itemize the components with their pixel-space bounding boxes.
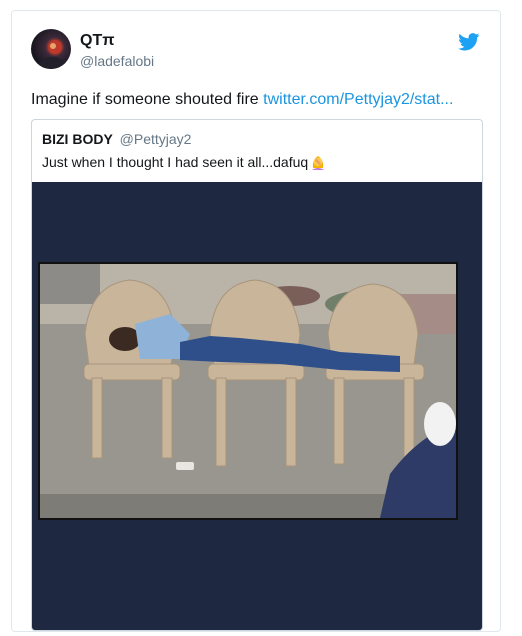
tweet-text: Imagine if someone shouted fire twitter.… <box>31 91 491 109</box>
tweet-link[interactable]: twitter.com/Pettyjay2/stat... <box>263 91 453 108</box>
author-handle[interactable]: @ladefalobi <box>80 53 154 69</box>
quoted-author-name[interactable]: BIZI BODY <box>42 131 113 147</box>
quoted-author-handle[interactable]: @Pettyjay2 <box>120 131 192 147</box>
avatar[interactable] <box>31 29 71 69</box>
quoted-media[interactable] <box>32 182 482 630</box>
quoted-tweet-text: Just when I thought I had seen it all...… <box>42 154 326 170</box>
quoted-tweet-body: Just when I thought I had seen it all...… <box>42 154 309 170</box>
twitter-bird-icon[interactable] <box>458 33 480 51</box>
media-photo[interactable] <box>38 262 458 520</box>
woman-facepalming-emoji-icon <box>312 156 325 170</box>
quoted-tweet[interactable]: BIZI BODY @Pettyjay2 Just when I thought… <box>31 119 483 631</box>
quoted-tweet-header: BIZI BODY @Pettyjay2 <box>42 131 191 147</box>
tweet-body: Imagine if someone shouted fire <box>31 91 264 108</box>
tweet-card[interactable]: QTπ @ladefalobi Imagine if someone shout… <box>11 10 501 632</box>
author-name[interactable]: QTπ <box>80 32 114 50</box>
